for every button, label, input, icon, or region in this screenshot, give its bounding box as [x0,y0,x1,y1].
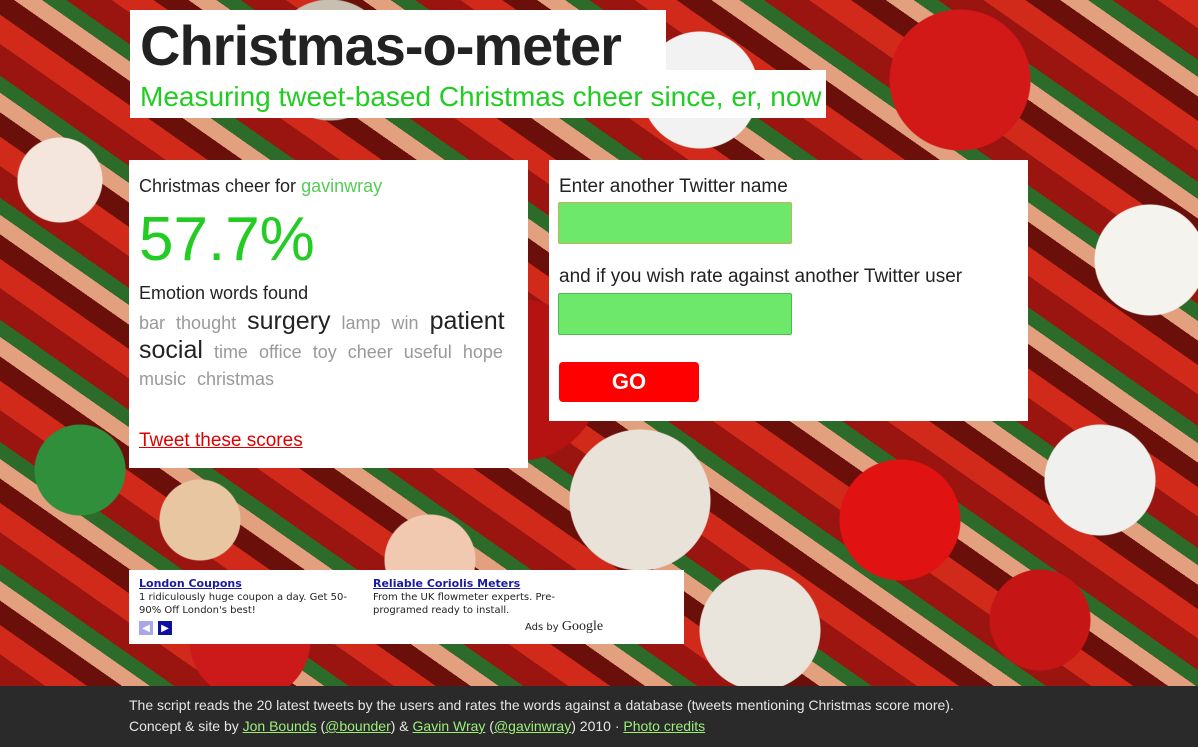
twitter-name-input[interactable] [558,202,792,244]
google-ads-panel: London Coupons 1 ridiculously huge coupo… [129,570,684,644]
google-logo: Google [561,619,604,634]
go-button[interactable]: GO [559,362,699,402]
cheer-username: gavinwray [301,176,383,196]
handle-link-bounder[interactable]: @bounder [325,718,391,734]
ads-by-label: Ads by [525,622,559,633]
emotion-word: hope [462,342,503,362]
ad-text: 1 ridiculously huge coupon a day. Get 50… [139,592,347,616]
footer-description: The script reads the 20 latest tweets by… [129,697,954,713]
emotion-word: music [139,369,187,389]
emotion-word: social [139,336,203,364]
emotion-word: christmas [197,369,275,389]
emotion-word: office [258,342,302,362]
cheer-percent: 57.7% [139,205,315,274]
ad-title-link[interactable]: London Coupons [139,577,354,590]
footer-year: 2010 · [579,718,620,734]
compare-form-panel: Enter another Twitter name and if you wi… [549,160,1028,421]
compare-user-label: and if you wish rate against another Twi… [559,266,963,287]
handle-link-gavinwray[interactable]: @gavinwray [494,718,571,734]
emotion-word: surgery [247,307,331,335]
emotion-word: bar [139,313,166,333]
tweet-scores-link[interactable]: Tweet these scores [139,430,303,452]
emotion-word: cheer [347,342,393,362]
ads-prev-arrow-icon[interactable]: ◀ [139,621,153,635]
ad-text: From the UK flowmeter experts. Pre-progr… [373,592,555,616]
page-subtitle: Measuring tweet-based Christmas cheer si… [140,81,822,112]
author-link-gavin-wray[interactable]: Gavin Wray [413,718,486,734]
emotion-heading: Emotion words found [139,283,309,303]
subtitle-panel: Measuring tweet-based Christmas cheer si… [130,70,826,118]
emotion-word: toy [312,342,337,362]
ads-next-arrow-icon[interactable]: ▶ [158,621,172,635]
ad-title-link[interactable]: Reliable Coriolis Meters [373,577,588,590]
ad-item: London Coupons 1 ridiculously huge coupo… [139,577,354,617]
footer-credits: Concept & site by Jon Bounds (@bounder) … [129,718,706,734]
cheer-label: Christmas cheer for [139,176,297,196]
emotion-word: time [213,342,248,362]
emotion-word: lamp [341,313,381,333]
ads-by-google[interactable]: Ads by Google [525,619,603,635]
score-panel: Christmas cheer for gavinwray 57.7% Emot… [129,160,528,468]
author-link-jon-bounds[interactable]: Jon Bounds [243,718,317,734]
emotion-word-cloud: bar thought surgery lamp win patient soc… [139,308,524,393]
footer-concept-label: Concept & site by [129,718,239,734]
emotion-word: useful [403,342,452,362]
ad-item: Reliable Coriolis Meters From the UK flo… [373,577,588,617]
page-title: Christmas-o-meter [140,14,622,77]
emotion-word: thought [176,313,237,333]
title-panel: Christmas-o-meter [130,10,666,76]
cheer-label-line: Christmas cheer for gavinwray [139,176,382,197]
twitter-name-label: Enter another Twitter name [559,176,788,197]
photo-credits-link[interactable]: Photo credits [623,718,705,734]
footer: The script reads the 20 latest tweets by… [0,686,1198,747]
compare-user-input[interactable] [558,293,792,335]
emotion-word: patient [429,307,505,335]
footer-ampersand: & [399,718,409,734]
emotion-word: win [391,313,419,333]
